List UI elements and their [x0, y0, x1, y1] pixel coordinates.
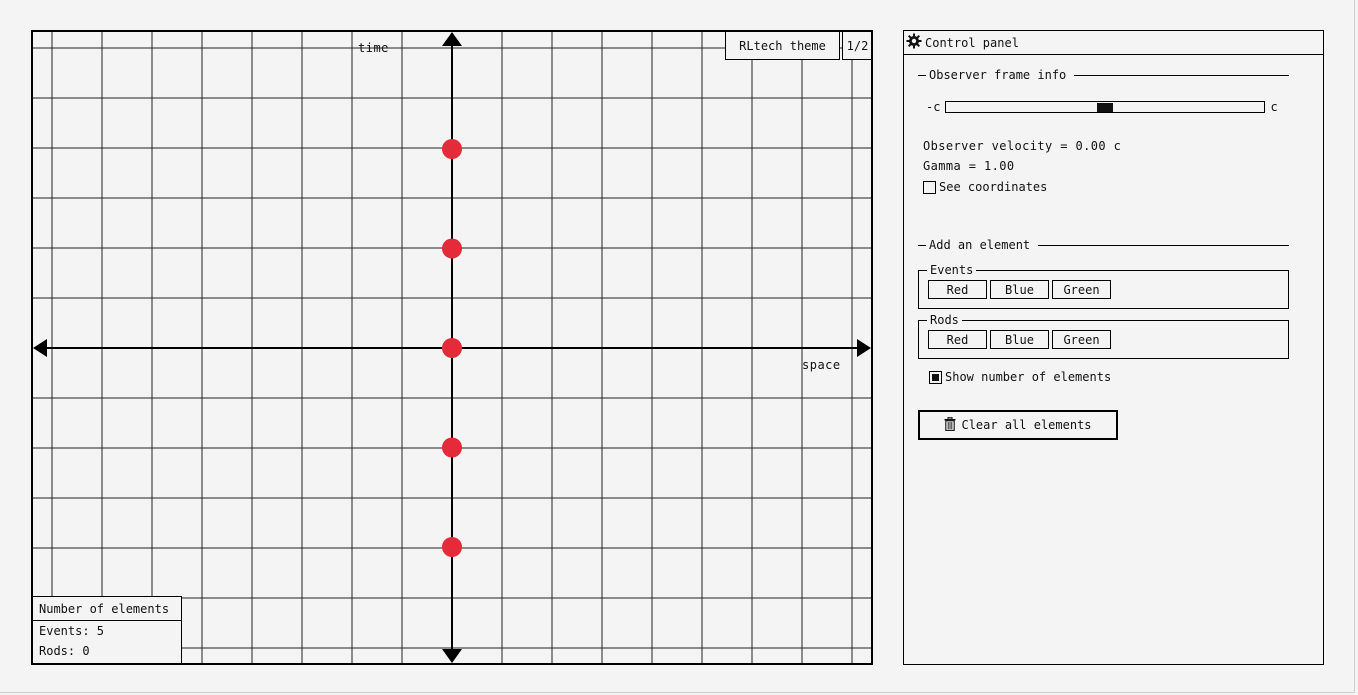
- space-axis-arrow-left: [33, 339, 47, 357]
- slider-min-label: -c: [926, 100, 941, 114]
- gear-icon: [906, 33, 922, 52]
- event-point[interactable]: [442, 238, 462, 259]
- diagram-canvas[interactable]: [33, 32, 871, 663]
- velocity-slider-thumb[interactable]: [1097, 103, 1114, 112]
- page-button[interactable]: 1/2: [842, 32, 871, 60]
- show-number-label[interactable]: Show number of elements: [945, 370, 1111, 384]
- add-blue-rod-button[interactable]: Blue: [990, 330, 1049, 349]
- event-point[interactable]: [442, 437, 462, 458]
- add-red-rod-button[interactable]: Red: [928, 330, 987, 349]
- add-green-event-button[interactable]: Green: [1052, 280, 1111, 299]
- events-count: Events: 5: [39, 624, 105, 638]
- velocity-slider[interactable]: [945, 101, 1266, 113]
- event-point[interactable]: [442, 139, 462, 159]
- clear-all-button[interactable]: Clear all elements: [918, 410, 1118, 440]
- observer-velocity-text: Observer velocity = 0.00 c: [923, 139, 1122, 153]
- slider-max-label: c: [1270, 100, 1278, 114]
- velocity-slider-row: -c c: [926, 100, 1278, 114]
- time-axis-arrow-up: [442, 32, 462, 46]
- theme-button[interactable]: RLtech theme: [725, 32, 840, 60]
- observer-section-label: Observer frame info: [929, 68, 1067, 82]
- events-group: Events Red Blue Green: [918, 263, 1289, 309]
- event-point[interactable]: [442, 537, 462, 557]
- clear-all-label[interactable]: Clear all elements: [961, 418, 1091, 432]
- element-count-box: Number of elements Events: 5 Rods: 0: [33, 596, 182, 663]
- control-panel-header: Control panel: [904, 31, 1323, 55]
- spacetime-diagram[interactable]: time space RLtech theme 1/2 Number of el…: [31, 30, 873, 665]
- time-axis-label: time: [358, 41, 389, 55]
- add-red-event-button[interactable]: Red: [928, 280, 987, 299]
- rods-legend: Rods: [927, 313, 962, 327]
- rods-group: Rods Red Blue Green: [918, 313, 1289, 359]
- add-element-section-title: Add an element: [918, 238, 1289, 252]
- event-point[interactable]: [442, 338, 462, 358]
- gamma-text: Gamma = 1.00: [923, 159, 1015, 173]
- show-number-checkbox[interactable]: [929, 370, 942, 384]
- space-axis-arrow-right: [857, 339, 871, 357]
- events-legend: Events: [927, 263, 977, 277]
- add-blue-event-button[interactable]: Blue: [990, 280, 1049, 299]
- see-coordinates-row[interactable]: See coordinates: [923, 180, 1047, 194]
- rods-count: Rods: 0: [39, 644, 90, 658]
- add-element-section-label: Add an element: [929, 238, 1031, 252]
- trash-icon: [944, 416, 956, 434]
- element-count-title: Number of elements: [33, 597, 181, 621]
- see-coordinates-label[interactable]: See coordinates: [939, 180, 1047, 194]
- see-coordinates-checkbox[interactable]: [923, 180, 936, 194]
- show-number-row[interactable]: Show number of elements: [929, 370, 1111, 384]
- control-panel: Control panel Observer frame info -c c O…: [903, 30, 1324, 665]
- time-axis-arrow-down: [442, 649, 462, 663]
- control-panel-title: Control panel: [925, 35, 1019, 50]
- space-axis-label: space: [802, 358, 841, 372]
- observer-section-title: Observer frame info: [918, 68, 1289, 82]
- add-green-rod-button[interactable]: Green: [1052, 330, 1111, 349]
